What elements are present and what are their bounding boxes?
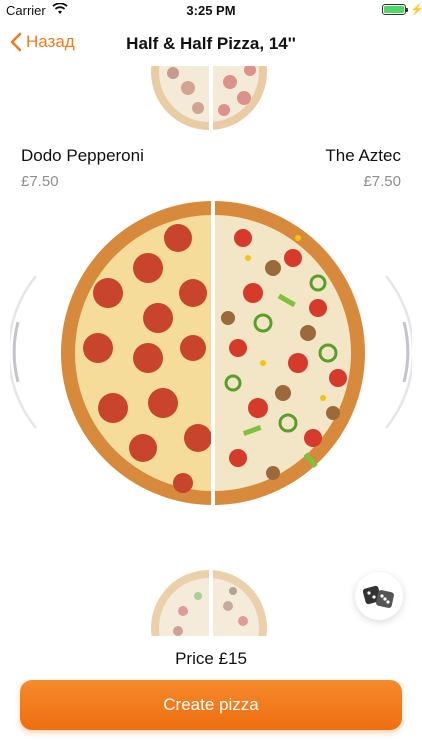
right-scroll-indicator[interactable] <box>382 272 412 432</box>
create-pizza-button[interactable]: Create pizza <box>20 680 402 730</box>
previous-pizza-preview[interactable] <box>148 66 274 134</box>
right-half-price: £7.50 <box>363 173 401 190</box>
page-title: Half & Half Pizza, 14'' <box>126 34 296 53</box>
half-and-half-pizza <box>61 201 365 505</box>
battery-tip <box>406 8 408 12</box>
right-half-name: The Aztec <box>325 146 401 165</box>
pizza-picker: Dodo Pepperoni £7.50 The Aztec £7.50 <box>0 66 422 636</box>
left-scroll-indicator[interactable] <box>10 272 40 432</box>
battery-icon <box>382 4 406 15</box>
total-price: Price £15 <box>175 649 247 668</box>
next-pizza-preview[interactable] <box>148 566 274 636</box>
left-half-price: £7.50 <box>21 173 59 190</box>
dice-icon <box>362 585 394 608</box>
clock: 3:25 PM <box>186 3 236 18</box>
random-pizza-button[interactable] <box>355 572 403 620</box>
left-half-name: Dodo Pepperoni <box>21 146 144 165</box>
charging-icon: ⚡ <box>410 4 422 16</box>
navigation-bar: Назад Half & Half Pizza, 14'' <box>0 22 422 66</box>
status-bar: Carrier 3:25 PM ⚡ <box>0 0 422 22</box>
